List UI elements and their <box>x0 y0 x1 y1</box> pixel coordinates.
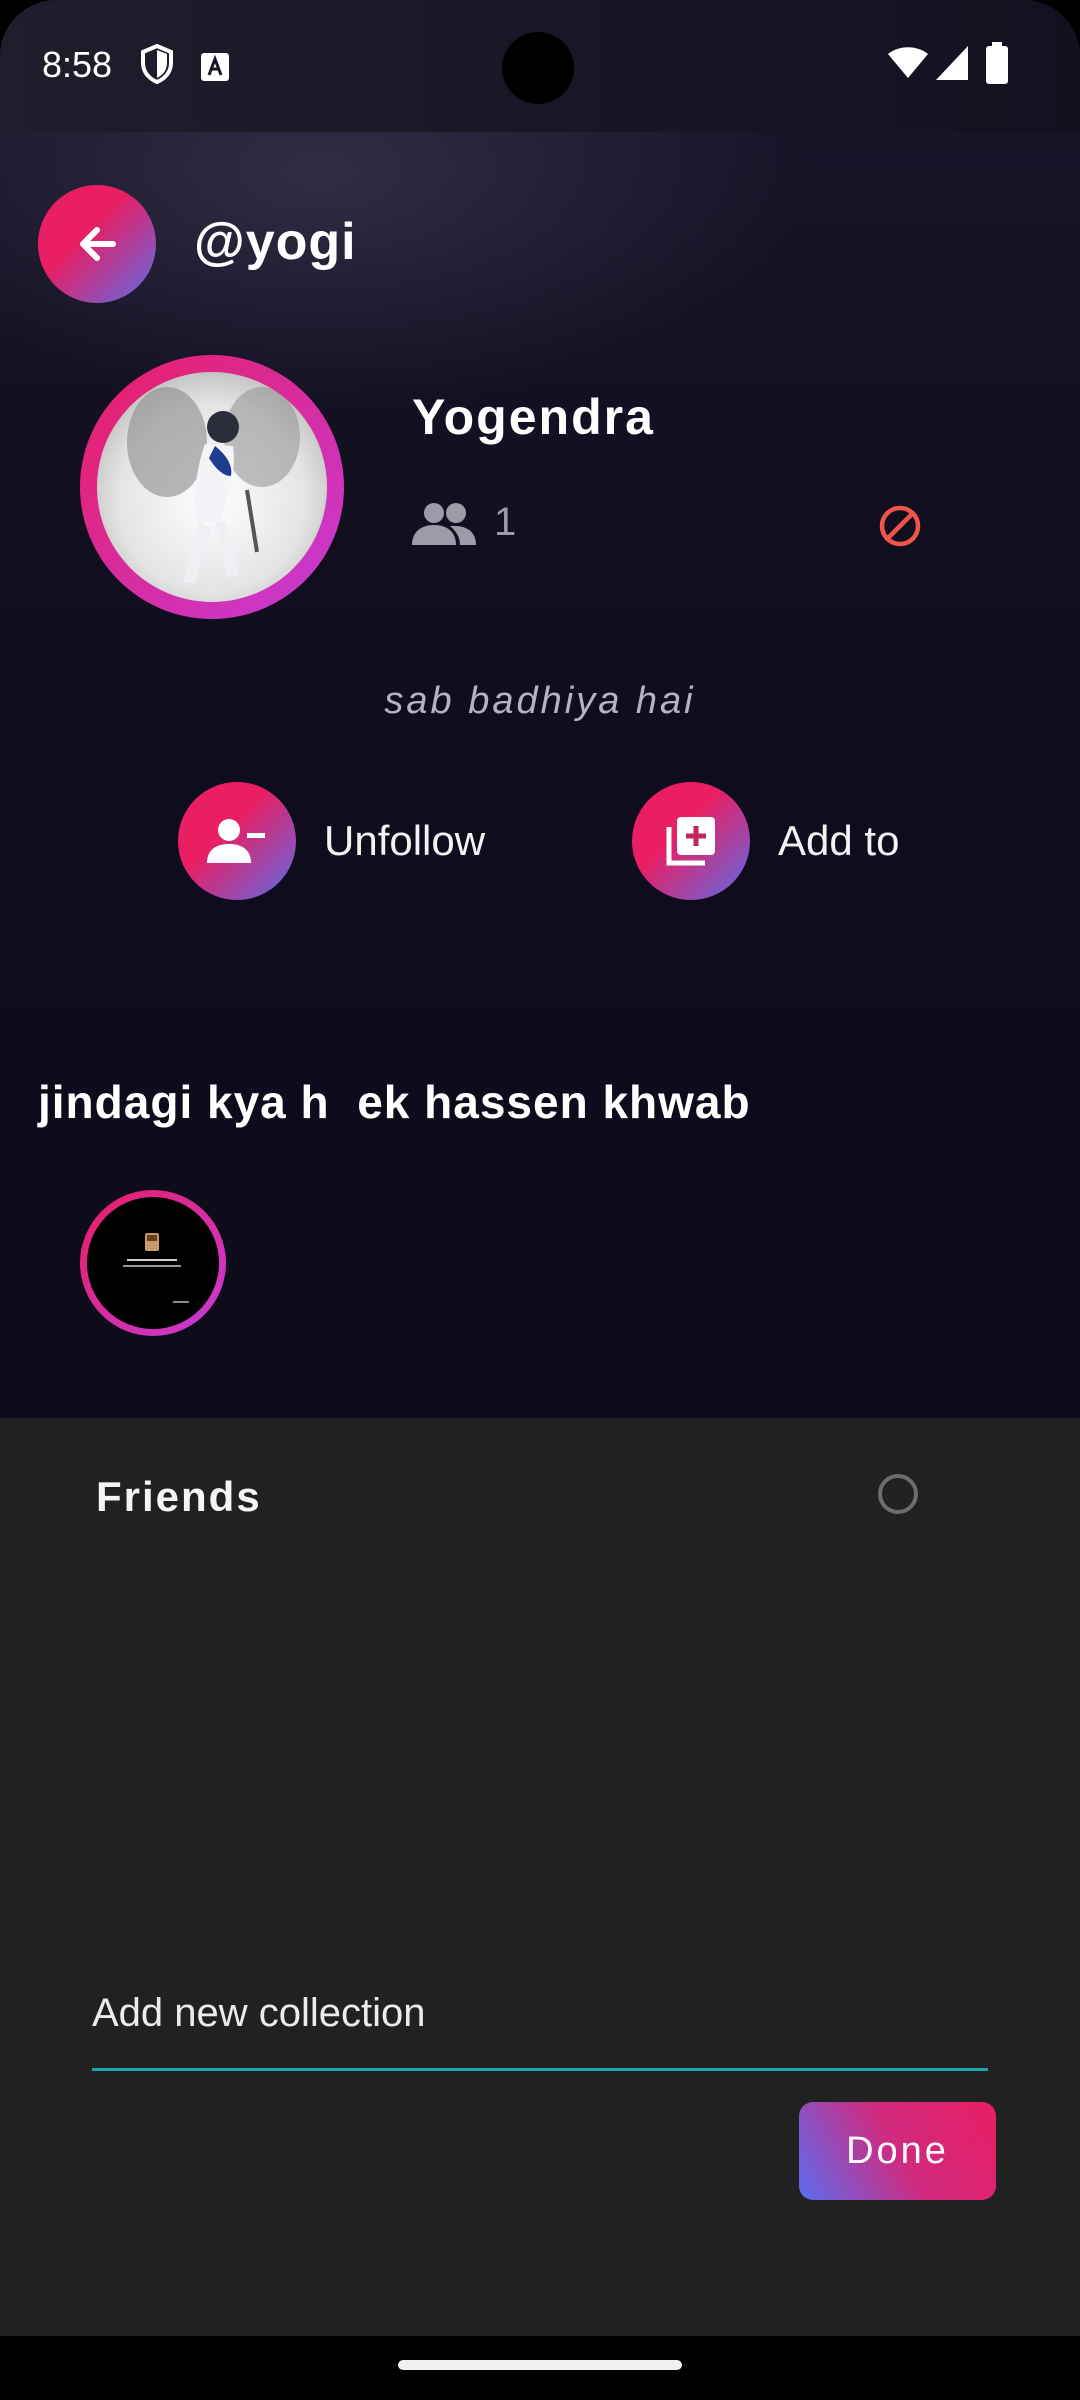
status-bar: 8:58 <box>0 0 1080 132</box>
friends-count-value: 1 <box>494 500 517 544</box>
unfollow-button-circle[interactable] <box>178 782 296 900</box>
new-collection-input[interactable] <box>92 1958 988 2071</box>
add-to-button-circle[interactable] <box>632 782 750 900</box>
unfollow-button[interactable]: Unfollow <box>178 782 485 900</box>
friends-count[interactable]: 1 <box>412 500 516 545</box>
block-icon[interactable] <box>878 504 922 553</box>
collection-option-friends[interactable]: Friends <box>96 1473 262 1521</box>
library-add-icon <box>666 817 715 866</box>
wifi-icon <box>888 46 928 85</box>
arrow-left-icon <box>80 227 116 261</box>
shield-icon <box>140 43 174 89</box>
screen: 8:58 @yogi Yogendra 1 sab badhiya hai Un… <box>0 0 1080 2336</box>
add-to-button[interactable]: Add to <box>632 782 899 900</box>
avatar[interactable] <box>80 355 344 619</box>
home-indicator[interactable] <box>398 2360 682 2370</box>
friends-radio-button[interactable] <box>878 1474 918 1514</box>
battery-icon <box>986 42 1008 89</box>
avatar-photo <box>97 372 327 602</box>
add-to-collection-sheet: Friends Done <box>0 1418 1080 2336</box>
profile-bio: sab badhiya hai <box>384 680 696 722</box>
collection-thumbnail-image <box>87 1197 219 1329</box>
status-time: 8:58 <box>42 44 113 85</box>
front-camera <box>502 32 574 104</box>
person-remove-icon <box>207 819 265 863</box>
back-button[interactable] <box>38 185 156 303</box>
collection-thumbnail[interactable] <box>80 1190 226 1336</box>
unfollow-label: Unfollow <box>324 817 486 864</box>
collection-title: jindagi kya h ek hassen khwab <box>38 1076 751 1128</box>
profile-handle: @yogi <box>194 213 357 271</box>
people-icon <box>412 502 476 545</box>
add-to-label: Add to <box>778 817 900 864</box>
signal-icon <box>936 46 968 85</box>
done-button[interactable]: Done <box>799 2102 996 2200</box>
font-notification-icon <box>200 52 230 87</box>
display-name: Yogendra <box>412 389 655 445</box>
